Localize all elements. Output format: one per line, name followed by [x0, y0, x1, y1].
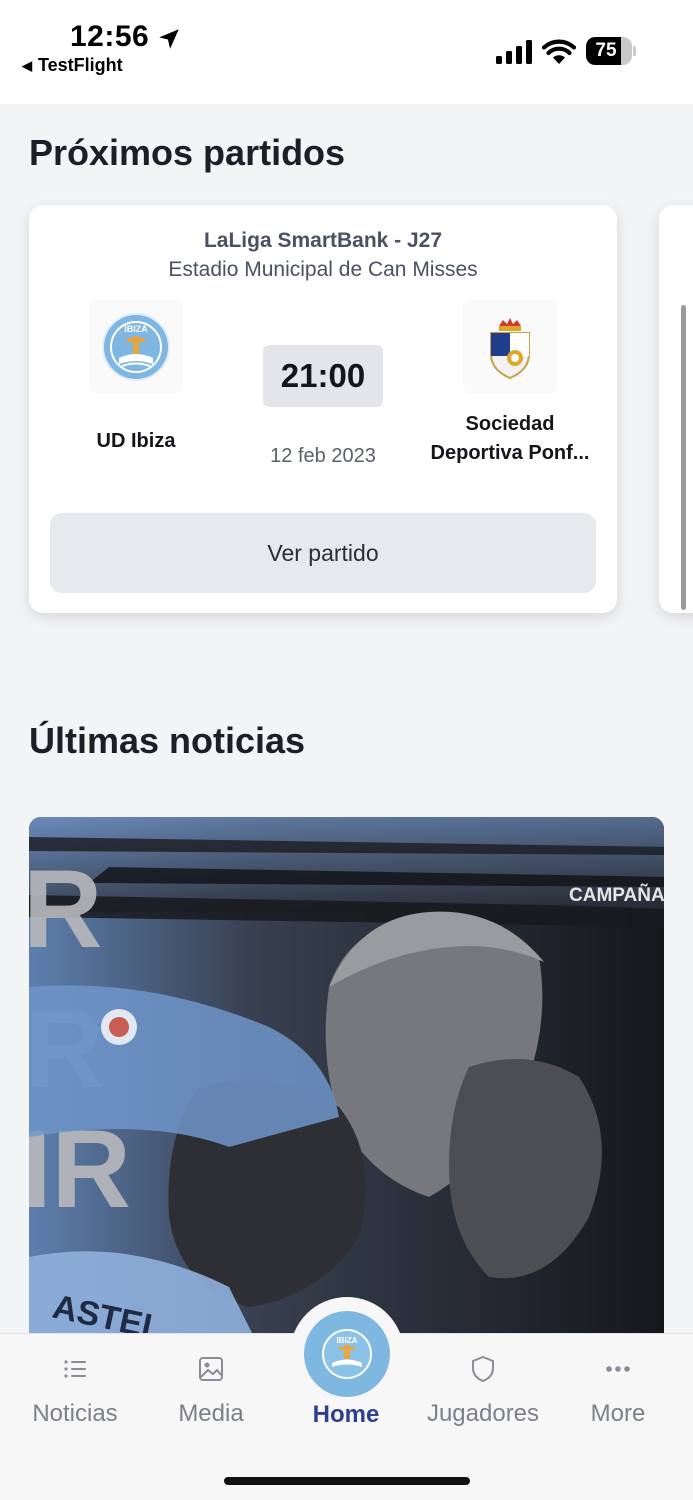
svg-text:R: R [29, 848, 102, 971]
nav-label-jugadores: Jugadores [426, 1400, 540, 1427]
cellular-signal-icon [496, 40, 532, 64]
nav-label-more: More [590, 1400, 646, 1427]
nav-label-media: Media [178, 1400, 244, 1427]
news-card[interactable]: R R IR ASTEL CAMPAÑA DE [29, 817, 664, 1347]
view-match-button[interactable]: Ver partido [50, 513, 596, 593]
match-stadium: Estadio Municipal de Can Misses [168, 258, 478, 281]
next-match-card[interactable] [659, 205, 693, 613]
back-app-label: TestFlight [38, 55, 123, 75]
status-bar: 12:56 ◀ TestFlight 75 [0, 0, 693, 104]
match-competition: LaLiga SmartBank - J27 [203, 229, 443, 252]
nav-media[interactable]: Media [141, 1354, 281, 1428]
back-triangle-icon: ◀ [22, 58, 32, 73]
svg-text:IBIZA: IBIZA [337, 1336, 358, 1345]
status-time: 12:56 [70, 20, 150, 53]
latest-news-title: Últimas noticias [29, 720, 306, 761]
nav-label-noticias: Noticias [32, 1400, 118, 1427]
match-date: 12 feb 2023 [270, 445, 376, 467]
wifi-icon [542, 39, 576, 64]
nav-jugadores[interactable]: Jugadores [413, 1354, 553, 1428]
nav-noticias[interactable]: Noticias [5, 1354, 145, 1428]
upcoming-matches-title: Próximos partidos [29, 132, 346, 173]
shield-icon [472, 1355, 494, 1383]
kickoff-time: 21:00 [263, 345, 383, 407]
more-dots-icon [606, 1366, 630, 1372]
ud-ibiza-crest-icon: IBIZA [102, 313, 170, 381]
back-to-testflight[interactable]: ◀ TestFlight [22, 55, 123, 76]
nav-label-home[interactable]: Home [276, 1401, 416, 1429]
battery-level: 75 [595, 40, 617, 61]
news-photo: R R IR ASTEL CAMPAÑA DE [29, 817, 664, 1347]
scroll-indicator [681, 305, 686, 610]
list-icon [64, 1360, 86, 1378]
away-team-name: Sociedad Deportiva Ponf... [430, 413, 590, 464]
news-overlay-text: CAMPAÑA DE [569, 884, 664, 906]
location-arrow-icon [159, 29, 179, 49]
away-team-crest [463, 300, 557, 394]
svg-text:IBIZA: IBIZA [124, 324, 148, 334]
ponferradina-crest-icon [490, 318, 530, 380]
image-icon [199, 1357, 223, 1381]
nav-more[interactable]: More [548, 1354, 688, 1428]
app-screen: 12:56 ◀ TestFlight 75 Próximos partidos [0, 0, 693, 1500]
match-card[interactable]: LaLiga SmartBank - J27 Estadio Municipal… [29, 205, 617, 613]
battery-icon: 75 [586, 37, 636, 65]
home-team-name: UD Ibiza [96, 430, 176, 452]
home-indicator[interactable] [224, 1477, 470, 1485]
home-team-crest: IBIZA [89, 300, 183, 394]
club-logo-icon[interactable]: IBIZA [304, 1311, 390, 1397]
